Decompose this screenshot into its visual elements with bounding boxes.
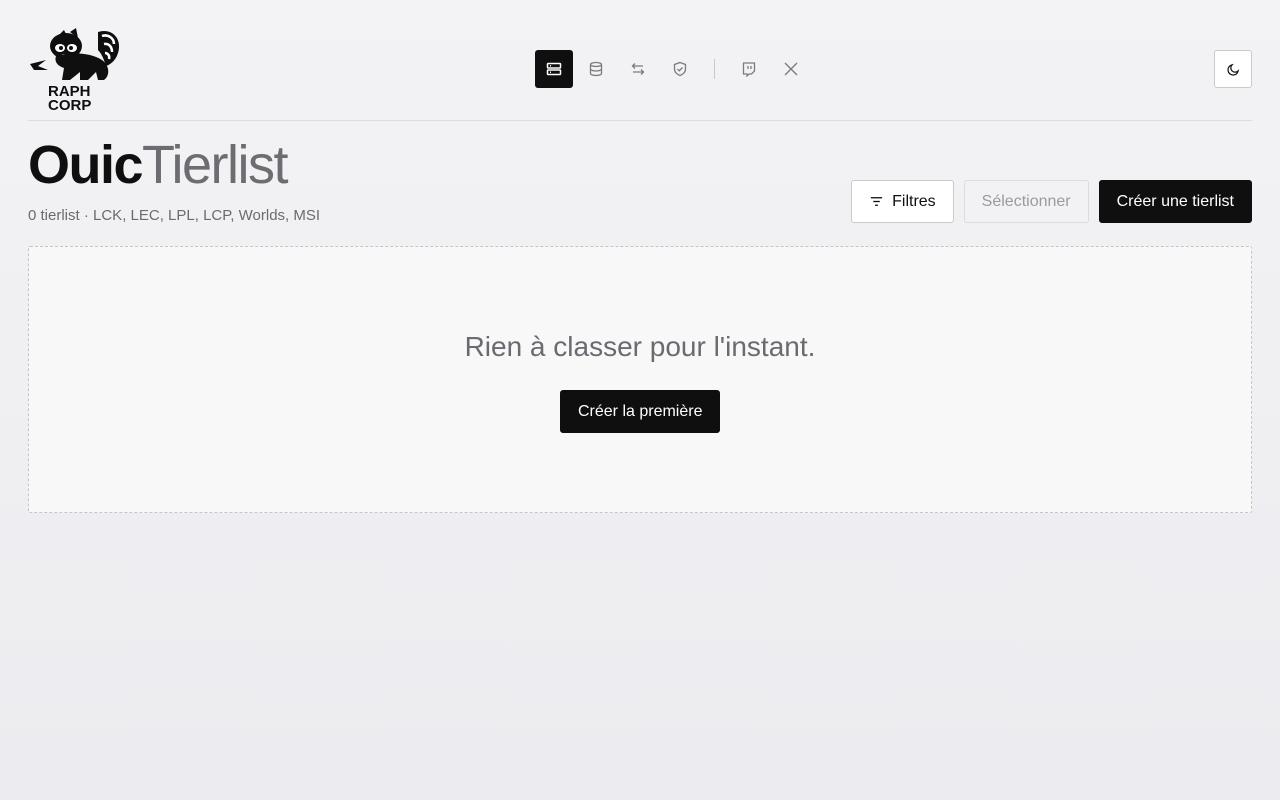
nav-compare-button[interactable] [619, 50, 657, 88]
shield-check-icon [673, 61, 687, 77]
page-title-part2: Tierlist [142, 135, 289, 195]
select-button[interactable]: Sélectionner [963, 180, 1089, 223]
nav-twitch-link[interactable] [730, 50, 768, 88]
select-label: Sélectionner [981, 192, 1071, 210]
nav-database-button[interactable] [577, 50, 615, 88]
toolbar-actions: Filtres Sélectionner Créer une tierlist [851, 180, 1252, 223]
filter-icon [870, 197, 883, 206]
page-title-part1: Ouic [28, 135, 144, 195]
empty-state-message: Rien à classer pour l'instant. [464, 331, 816, 362]
x-icon [784, 62, 798, 76]
nav-divider [714, 59, 715, 79]
swap-icon [631, 63, 645, 75]
tierlist-icon [546, 62, 562, 76]
create-first-label: Créer la première [578, 402, 703, 420]
nav-x-link[interactable] [772, 50, 810, 88]
moon-icon [1226, 63, 1239, 76]
top-header: RAPH CORP [28, 0, 1252, 121]
database-icon [589, 61, 603, 77]
twitch-icon [742, 62, 756, 77]
filters-button[interactable]: Filtres [851, 180, 954, 223]
page-subtitle: 0 tierlist · LCK, LEC, LPL, LCP, Worlds,… [28, 207, 321, 224]
raph-corp-logo[interactable]: RAPH CORP [28, 26, 122, 112]
nav-tierlist-button[interactable] [535, 50, 573, 88]
page-title: OuicTierlist [28, 133, 289, 197]
create-first-button[interactable]: Créer la première [560, 390, 721, 433]
filters-label: Filtres [892, 192, 936, 210]
create-tierlist-label: Créer une tierlist [1116, 192, 1234, 210]
logo-line2: CORP [48, 97, 91, 112]
create-tierlist-button[interactable]: Créer une tierlist [1098, 180, 1252, 223]
nav-admin-button[interactable] [661, 50, 699, 88]
main-nav [535, 50, 810, 88]
theme-toggle-button[interactable] [1214, 50, 1252, 88]
empty-state-panel: Rien à classer pour l'instant. Créer la … [28, 246, 1252, 513]
